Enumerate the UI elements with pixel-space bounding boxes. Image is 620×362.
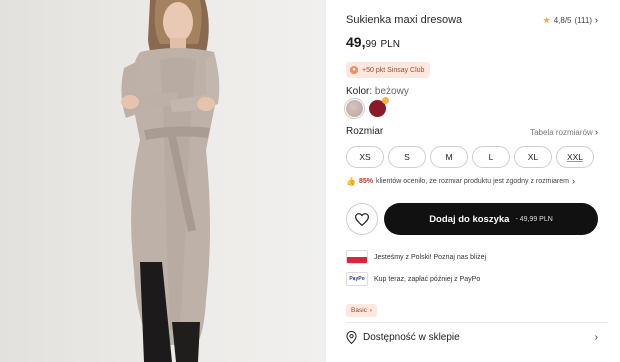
chevron-right-icon: › — [595, 126, 598, 137]
price-main: 49, — [346, 34, 366, 50]
basic-tag[interactable]: Basic › — [346, 304, 378, 317]
product-photo[interactable] — [0, 0, 326, 362]
basic-tag-label: Basic — [351, 307, 367, 314]
size-table-link-text: Tabela rozmiarów — [530, 127, 593, 137]
chevron-right-icon: › — [594, 332, 598, 343]
thumbs-up-icon: 👍 — [346, 176, 356, 186]
product-details-panel: Sukienka maxi dresowa ★ 4,8/5 (111) › 49… — [346, 0, 608, 362]
swatch-badge — [382, 97, 389, 104]
wishlist-button[interactable] — [346, 203, 378, 235]
title-row: Sukienka maxi dresowa ★ 4,8/5 (111) › — [346, 14, 598, 26]
club-points-badge: ● +50 pkt Sinsay Club — [346, 62, 431, 78]
club-points-text: +50 pkt Sinsay Club — [362, 66, 425, 74]
paypo-logo-icon: PayPo — [346, 272, 368, 286]
product-title: Sukienka maxi dresowa — [346, 14, 463, 26]
size-option-label: S — [404, 152, 410, 162]
product-model-image — [121, 0, 220, 362]
price-currency: PLN — [380, 39, 400, 50]
size-option-label: XS — [359, 152, 371, 162]
size-option-label: XXL — [566, 152, 584, 162]
chevron-right-icon: › — [571, 176, 575, 186]
fit-percent: 85% — [358, 177, 373, 185]
chevron-right-icon: › — [369, 307, 373, 314]
size-option-s[interactable]: S — [388, 146, 426, 168]
size-option-label: M — [445, 152, 453, 162]
add-to-cart-label: Dodaj do koszyka — [429, 213, 510, 225]
poland-flag-icon — [346, 250, 368, 264]
size-option-l[interactable]: L — [472, 146, 510, 168]
rating-value: 4,8/5 — [553, 15, 572, 25]
size-options: XS S M L XL XXL — [346, 146, 594, 168]
fit-text: klientów oceniło, że rozmiar produktu je… — [375, 177, 569, 185]
size-option-xs[interactable]: XS — [346, 146, 384, 168]
poland-info-text: Jesteśmy z Polski! Poznaj nas bliżej — [374, 253, 487, 261]
size-label: Rozmiar — [346, 126, 384, 137]
size-option-label: L — [488, 152, 494, 162]
size-option-xl[interactable]: XL — [514, 146, 552, 168]
color-label: Kolor: — [346, 86, 373, 97]
size-option-label: XL — [527, 152, 539, 162]
size-fit-note[interactable]: 👍 85% klientów oceniło, że rozmiar produ… — [346, 176, 575, 186]
color-swatches — [346, 97, 389, 117]
paypo-info-text: Kup teraz, zapłać później z PayPo — [374, 275, 481, 283]
size-table-link[interactable]: Tabela rozmiarów › — [530, 127, 598, 137]
store-availability[interactable]: Dostępność w sklepie › — [346, 331, 598, 344]
store-availability-text: Dostępność w sklepie — [363, 332, 460, 343]
purchase-actions: Dodaj do koszyka - 49,99 PLN — [346, 203, 598, 235]
location-pin-icon — [346, 331, 357, 344]
product-rating[interactable]: ★ 4,8/5 (111) › — [543, 15, 598, 26]
rating-count: (111) — [574, 15, 593, 25]
club-icon: ● — [350, 66, 358, 74]
heart-icon — [355, 212, 369, 226]
poland-info[interactable]: Jesteśmy z Polski! Poznaj nas bliżej — [346, 250, 486, 264]
chevron-right-icon: › — [595, 15, 598, 25]
paypo-logo-text: PayPo — [349, 276, 365, 282]
star-icon: ★ — [542, 14, 551, 25]
color-label-row: Kolor: beżowy — [346, 86, 409, 97]
add-to-cart-button[interactable]: Dodaj do koszyka - 49,99 PLN — [384, 203, 598, 235]
color-value: beżowy — [374, 86, 409, 97]
size-option-xxl[interactable]: XXL — [556, 146, 594, 168]
color-swatch-burgundy[interactable] — [369, 97, 389, 117]
divider — [346, 322, 608, 323]
size-header: Rozmiar Tabela rozmiarów › — [346, 126, 598, 137]
color-swatch-beige[interactable] — [346, 100, 363, 117]
add-to-cart-price: - 49,99 PLN — [515, 215, 553, 223]
size-option-m[interactable]: M — [430, 146, 468, 168]
product-price: 49,99 PLN — [346, 34, 400, 50]
price-cents: 99 — [365, 39, 377, 50]
paypo-info[interactable]: PayPo Kup teraz, zapłać później z PayPo — [346, 272, 480, 286]
